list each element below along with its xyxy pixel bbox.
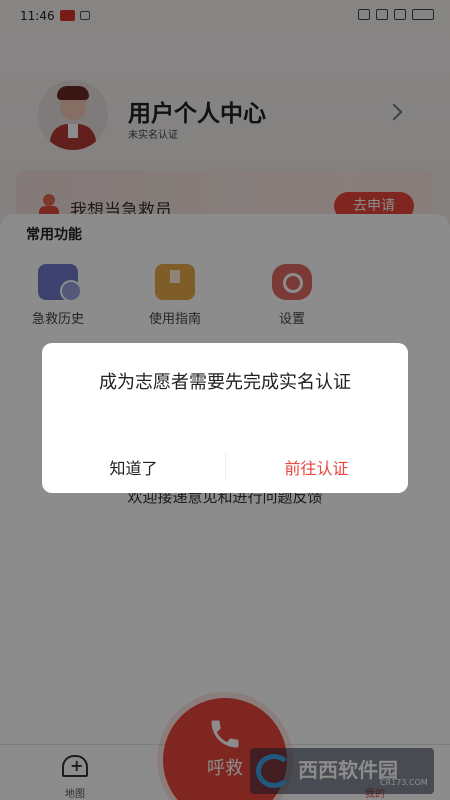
dialog-message: 成为志愿者需要先完成实名认证 xyxy=(99,372,351,393)
verification-dialog: 成为志愿者需要先完成实名认证 知道了 前往认证 xyxy=(42,343,408,493)
dismiss-button[interactable]: 知道了 xyxy=(42,447,225,491)
go-verify-button[interactable]: 前往认证 xyxy=(225,447,408,491)
